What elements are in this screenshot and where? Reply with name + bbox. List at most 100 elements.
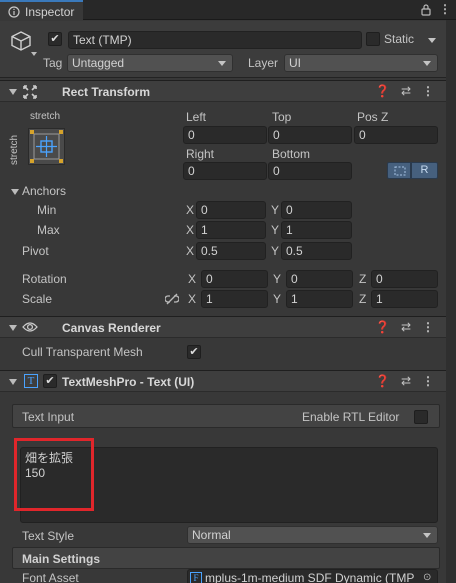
rotation-x-axis-label: X: [188, 272, 197, 286]
layer-label: Layer: [248, 56, 279, 70]
text-style-label: Text Style: [22, 529, 75, 543]
chevron-down-icon: [423, 61, 431, 66]
top-field[interactable]: 0: [268, 126, 352, 144]
anchor-presets-button[interactable]: [28, 128, 65, 165]
gameobject-cube-icon: [11, 31, 31, 51]
anchor-preset-top-label: stretch: [30, 111, 61, 122]
component-header-icons: ❓ ⇄ ⋮: [375, 320, 434, 334]
scale-z-field[interactable]: 1: [371, 290, 438, 308]
enable-rtl-editor-label: Enable RTL Editor: [302, 410, 400, 424]
static-label: Static: [384, 32, 415, 46]
right-field[interactable]: 0: [183, 162, 267, 180]
presets-icon[interactable]: ⇄: [401, 84, 411, 98]
rect-transform-header[interactable]: Rect Transform ❓ ⇄ ⋮: [0, 80, 446, 102]
bottom-label: Bottom: [272, 147, 311, 161]
component-menu-icon[interactable]: ⋮: [422, 374, 434, 388]
tag-dropdown[interactable]: Untagged: [67, 54, 233, 72]
canvas-renderer-header[interactable]: Canvas Renderer ❓ ⇄ ⋮: [0, 316, 446, 338]
object-picker-icon[interactable]: ⊙: [423, 570, 435, 583]
blueprint-mode-button[interactable]: [387, 162, 411, 179]
anchor-preset-side-label: stretch: [9, 134, 20, 165]
object-name-field[interactable]: Text (TMP): [68, 31, 362, 49]
rotation-z-field[interactable]: 0: [371, 270, 438, 288]
constrain-proportions-icon[interactable]: [165, 293, 179, 305]
left-field[interactable]: 0: [183, 126, 267, 144]
static-checkbox[interactable]: [366, 32, 380, 46]
scale-y-axis-label: Y: [273, 292, 282, 306]
help-icon[interactable]: ❓: [375, 84, 390, 98]
max-label: Max: [37, 223, 60, 237]
min-x-field[interactable]: 0: [196, 201, 266, 219]
red-highlight-box: [14, 438, 94, 511]
foldout-arrow-icon[interactable]: [9, 379, 17, 385]
scale-z-axis-label: Z: [359, 292, 367, 306]
blueprint-icon: [394, 166, 406, 176]
rect-transform-icon: [23, 85, 37, 99]
chevron-down-icon: [218, 61, 226, 66]
foldout-arrow-icon[interactable]: [9, 89, 17, 95]
static-dropdown-caret[interactable]: [428, 38, 436, 43]
text-style-value: Normal: [192, 528, 231, 542]
presets-icon[interactable]: ⇄: [401, 320, 411, 334]
right-label: Right: [186, 147, 215, 161]
posz-field[interactable]: 0: [354, 126, 438, 144]
font-asset-value: mplus-1m-medium SDF Dynamic (TMP: [205, 571, 415, 583]
min-x-axis-label: X: [186, 203, 195, 217]
text-input-section-header: Text Input Enable RTL Editor: [12, 404, 440, 428]
scale-y-field[interactable]: 1: [286, 290, 353, 308]
layer-dropdown[interactable]: UI: [284, 54, 438, 72]
min-y-axis-label: Y: [271, 203, 280, 217]
component-menu-icon[interactable]: ⋮: [422, 84, 434, 98]
lock-icon[interactable]: [420, 3, 432, 16]
rotation-z-axis-label: Z: [359, 272, 367, 286]
help-icon[interactable]: ❓: [375, 320, 390, 334]
foldout-arrow-icon[interactable]: [9, 325, 17, 331]
textmeshpro-header[interactable]: T ✔ TextMeshPro - Text (UI) ❓ ⇄ ⋮: [0, 370, 446, 392]
info-icon: [8, 5, 20, 18]
font-asset-field[interactable]: F mplus-1m-medium SDF Dynamic (TMP ⊙: [187, 569, 438, 583]
pivot-x-field[interactable]: 0.5: [196, 242, 266, 260]
bottom-field[interactable]: 0: [268, 162, 352, 180]
textmeshpro-title: TextMeshPro - Text (UI): [62, 375, 195, 389]
object-active-checkbox[interactable]: ✔: [48, 32, 62, 46]
tag-value: Untagged: [72, 56, 125, 70]
help-icon[interactable]: ❓: [375, 374, 390, 388]
left-label: Left: [186, 110, 207, 124]
tab-inspector[interactable]: Inspector: [0, 0, 83, 21]
scale-x-field[interactable]: 1: [201, 290, 268, 308]
rotation-y-field[interactable]: 0: [286, 270, 353, 288]
text-style-dropdown[interactable]: Normal: [187, 526, 438, 544]
anchor-stretch-icon: [30, 130, 63, 163]
scale-label: Scale: [22, 292, 53, 306]
max-x-field[interactable]: 1: [196, 221, 266, 239]
raw-edit-button[interactable]: R: [411, 162, 438, 179]
pivot-y-field[interactable]: 0.5: [281, 242, 352, 260]
kebab-menu-icon[interactable]: ⋮: [439, 2, 451, 16]
anchors-foldout-icon[interactable]: [11, 189, 19, 195]
enable-rtl-editor-checkbox[interactable]: [414, 410, 428, 424]
textmeshpro-enabled-checkbox[interactable]: ✔: [43, 374, 57, 388]
text-input-label: Text Input: [22, 410, 75, 424]
top-label: Top: [272, 110, 292, 124]
component-menu-icon[interactable]: ⋮: [422, 320, 434, 334]
font-asset-label: Font Asset: [22, 571, 79, 583]
inspector-tab-bar: Inspector ⋮: [0, 0, 456, 21]
max-x-axis-label: X: [186, 223, 195, 237]
cull-transparent-mesh-checkbox[interactable]: ✔: [187, 345, 201, 359]
max-y-field[interactable]: 1: [281, 221, 352, 239]
rotation-x-field[interactable]: 0: [201, 270, 268, 288]
max-y-axis-label: Y: [271, 223, 280, 237]
pivot-label: Pivot: [22, 244, 49, 258]
scale-x-axis-label: X: [188, 292, 197, 306]
rotation-y-axis-label: Y: [273, 272, 282, 286]
min-y-field[interactable]: 0: [281, 201, 352, 219]
main-settings-section-header: Main Settings: [12, 547, 440, 569]
scrollbar[interactable]: [446, 20, 456, 583]
main-settings-label: Main Settings: [22, 552, 101, 566]
cull-transparent-mesh-label: Cull Transparent Mesh: [22, 345, 143, 359]
canvas-renderer-title: Canvas Renderer: [62, 321, 161, 335]
icon-dropdown-caret[interactable]: [31, 52, 37, 56]
presets-icon[interactable]: ⇄: [401, 374, 411, 388]
rect-transform-title: Rect Transform: [62, 85, 151, 99]
chevron-down-icon: [423, 533, 431, 538]
